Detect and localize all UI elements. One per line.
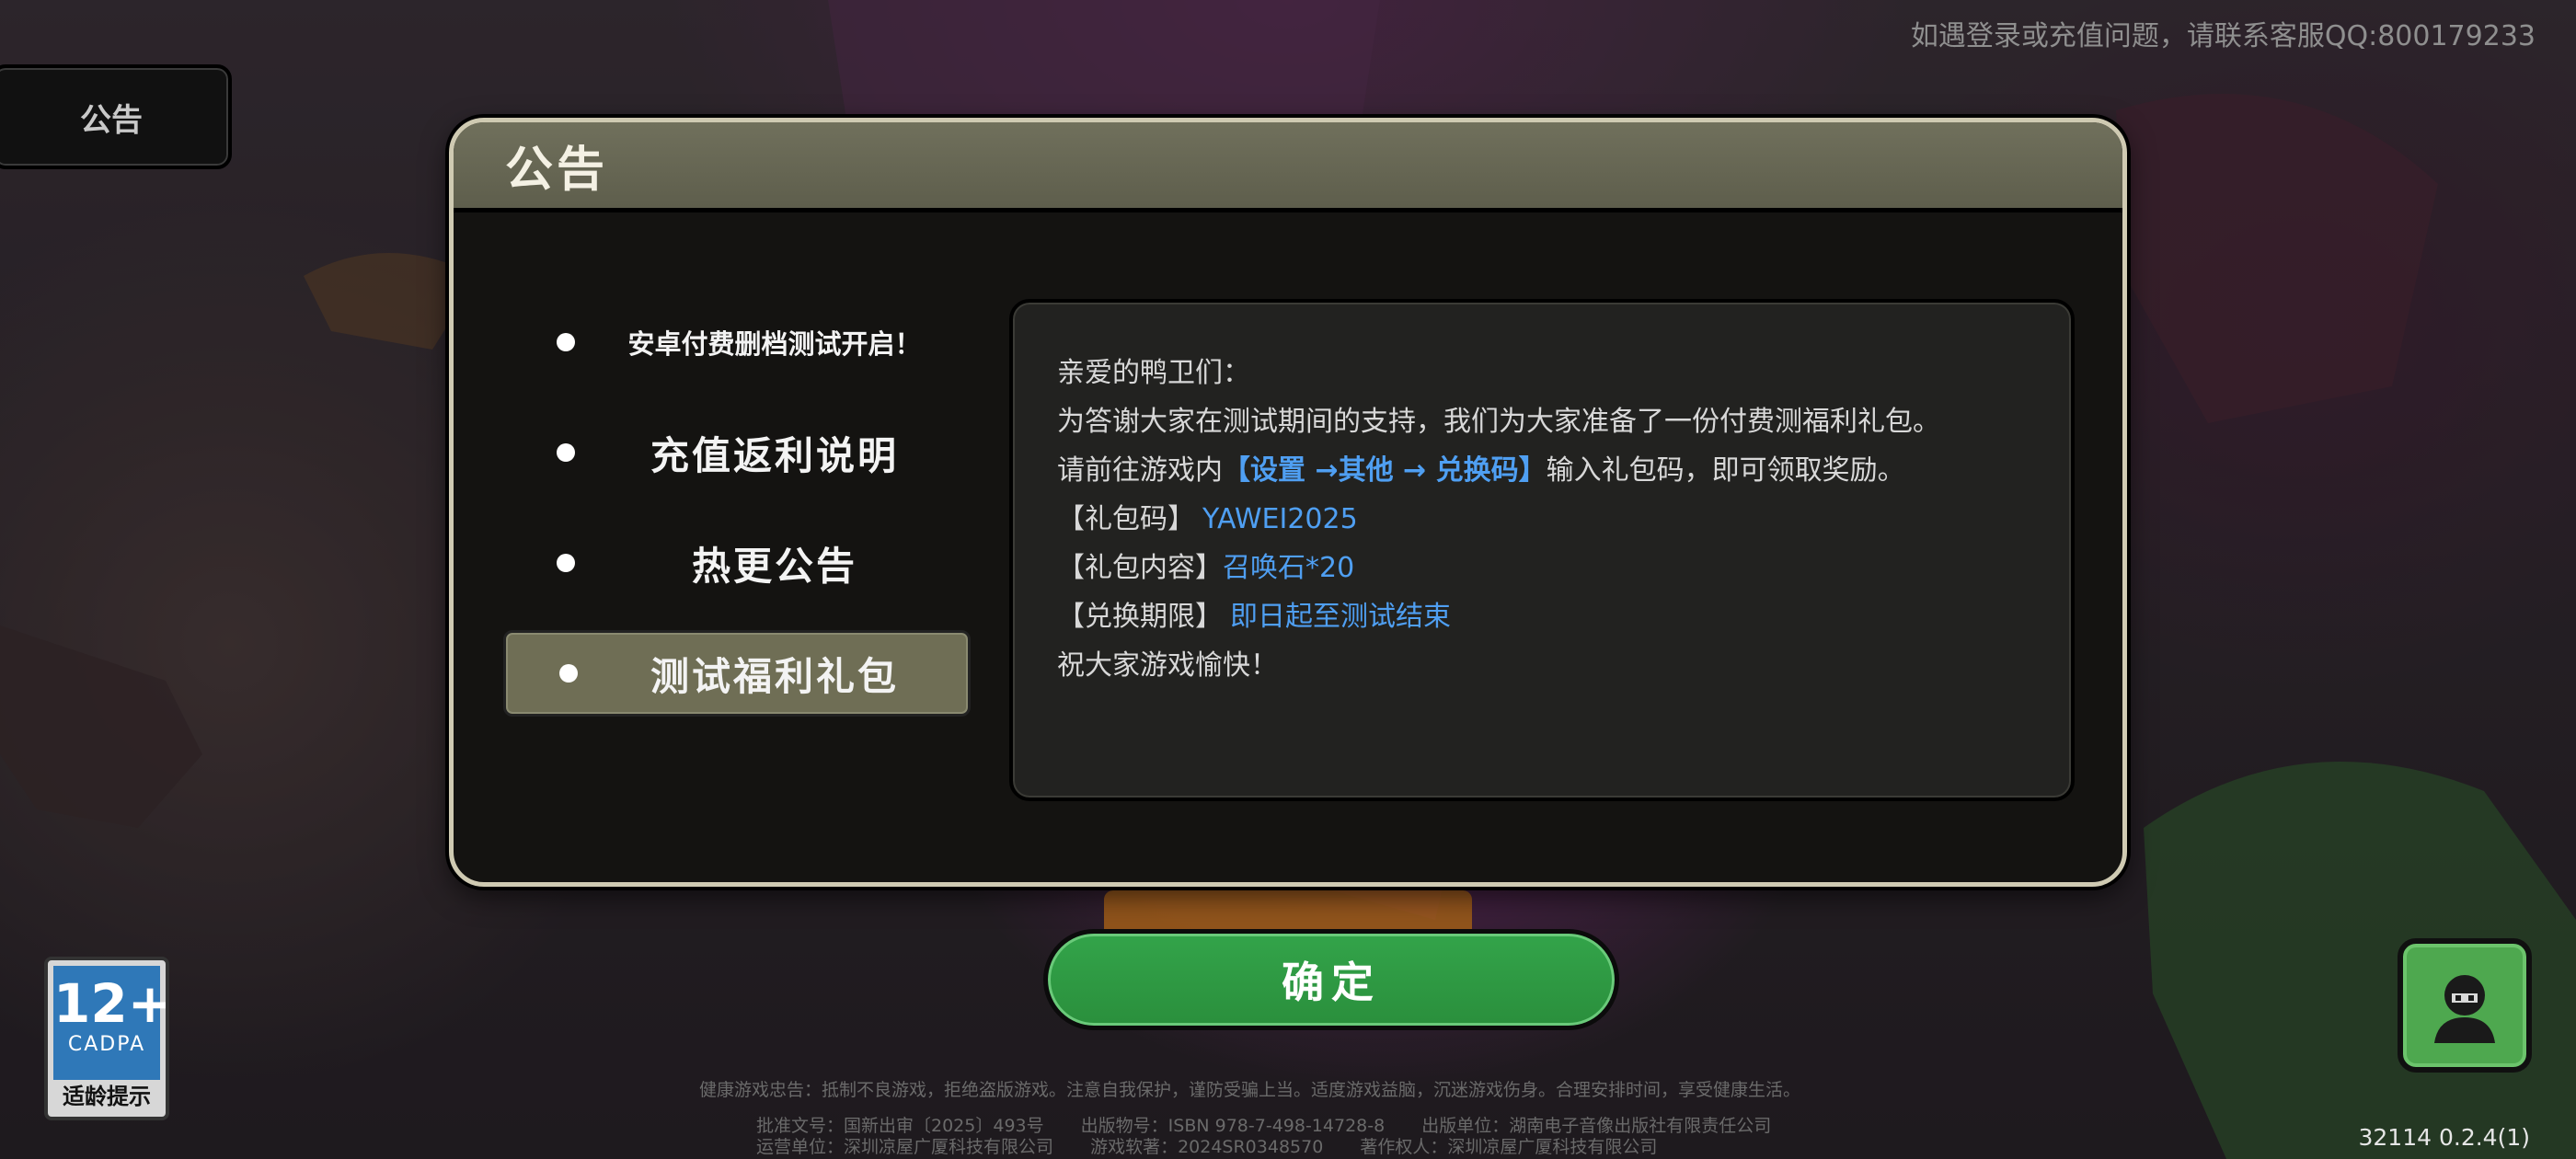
- bullet-icon: [557, 554, 575, 572]
- tab-android-test[interactable]: 安卓付费删档测试开启！: [503, 299, 971, 385]
- bullet-icon: [557, 443, 575, 462]
- content-line-period: 【兑换期限】 即日起至测试结束: [1057, 592, 2071, 641]
- age-rating-org: CADPA: [67, 1033, 146, 1056]
- user-silhouette-icon: [2434, 975, 2495, 1043]
- software-copyright: 游戏软著：2024SR0348570: [1090, 1137, 1324, 1157]
- footer-row-2: 运营单位：深圳凉屋广厦科技有限公司 游戏软著：2024SR0348570 著作权…: [756, 1133, 2576, 1158]
- tab-label: 安卓付费删档测试开启！: [627, 328, 922, 360]
- tab-hotfix-notice[interactable]: 热更公告: [503, 520, 971, 606]
- content-line-contents: 【礼包内容】召唤石*20: [1057, 544, 2071, 592]
- notice-tab-button[interactable]: 公告: [0, 64, 232, 169]
- redeem-suffix: 输入礼包码，即可领取奖励。: [1546, 454, 1905, 487]
- notice-tab-label: 公告: [80, 101, 143, 139]
- contents-label: 【礼包内容】: [1057, 552, 1223, 584]
- period-label: 【兑换期限】: [1057, 601, 1223, 633]
- account-avatar-button[interactable]: [2398, 938, 2532, 1073]
- age-rating-tip: 适龄提示: [63, 1084, 151, 1109]
- operator: 运营单位：深圳凉屋广厦科技有限公司: [756, 1137, 1054, 1157]
- redeem-path: 【设置 →其他 → 兑换码】: [1223, 454, 1547, 487]
- content-line-redeem: 请前往游戏内【设置 →其他 → 兑换码】输入礼包码，即可领取奖励。: [1057, 446, 2071, 495]
- period-value: 即日起至测试结束: [1230, 601, 1451, 633]
- gift-code-value: YAWEI2025: [1202, 503, 1358, 535]
- tab-test-gift-pack[interactable]: 测试福利礼包: [503, 630, 971, 717]
- content-closing: 祝大家游戏愉快！: [1057, 649, 1278, 682]
- bullet-icon: [559, 664, 578, 683]
- tab-label: 充值返利说明: [650, 432, 899, 478]
- announcement-tab-list: 安卓付费删档测试开启！ 充值返利说明 热更公告 测试福利礼包: [503, 299, 971, 740]
- content-line-thanks: 为答谢大家在测试期间的支持，我们为大家准备了一份付费测福利礼包。: [1057, 406, 1940, 438]
- confirm-button[interactable]: 确定: [1043, 929, 1619, 1030]
- copyright-holder: 著作权人：深圳凉屋广厦科技有限公司: [1360, 1137, 1658, 1157]
- age-rating-top: 12+ CADPA: [53, 966, 169, 1080]
- age-rating-badge[interactable]: 12+ CADPA 适龄提示: [44, 957, 169, 1120]
- version-label: 32114 0.2.4(1): [2358, 1124, 2531, 1151]
- tab-label: 热更公告: [691, 543, 857, 589]
- tab-label: 测试福利礼包: [650, 653, 899, 699]
- bullet-icon: [557, 333, 575, 351]
- gift-contents-value: 召唤石*20: [1223, 552, 1355, 584]
- announcement-content: 亲爱的鸭卫们： 为答谢大家在测试期间的支持，我们为大家准备了一份付费测福利礼包。…: [1009, 299, 2075, 801]
- modal-header: 公告: [454, 122, 2122, 212]
- modal-title: 公告: [505, 143, 609, 198]
- customer-service-notice: 如遇登录或充值问题，请联系客服QQ:800179233: [1910, 20, 2536, 52]
- content-greeting: 亲爱的鸭卫们：: [1057, 357, 1250, 389]
- code-label: 【礼包码】: [1057, 503, 1195, 535]
- health-notice: 健康游戏忠告：抵制不良游戏，拒绝盗版游戏。注意自我保护，谨防受骗上当。适度游戏益…: [699, 1080, 1801, 1100]
- announcement-modal: 公告 安卓付费删档测试开启！ 充值返利说明 热更公告 测试福利礼包 亲爱的鸭卫们…: [449, 118, 2127, 887]
- tab-recharge-rebate[interactable]: 充值返利说明: [503, 409, 971, 496]
- content-line-code: 【礼包码】 YAWEI2025: [1057, 495, 2071, 544]
- age-rating-number: 12+: [53, 972, 169, 1035]
- confirm-button-label: 确定: [1282, 958, 1381, 1007]
- redeem-prefix: 请前往游戏内: [1057, 454, 1223, 487]
